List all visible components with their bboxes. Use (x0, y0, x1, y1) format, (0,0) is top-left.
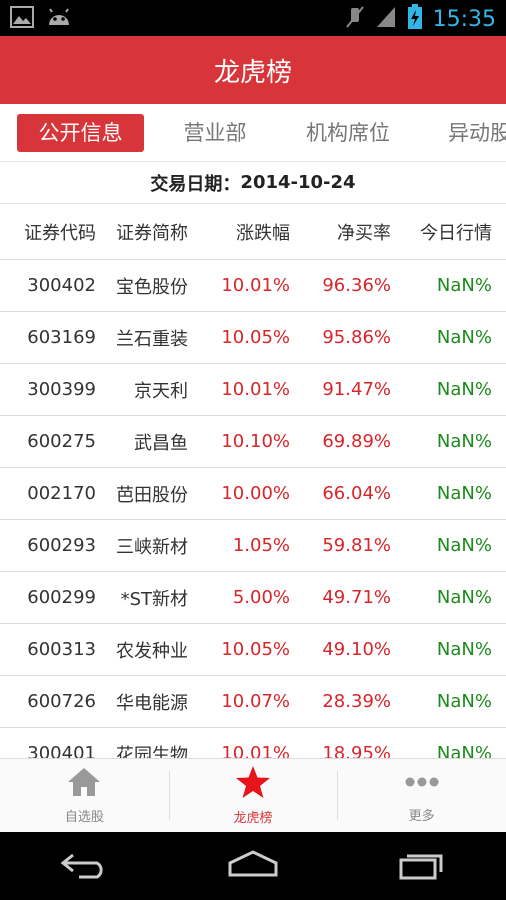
stock-name: *ST新材 (120, 588, 188, 610)
stock-change: 10.05% (221, 327, 290, 348)
stock-code: 600313 (27, 639, 96, 660)
home-button-icon[interactable] (226, 849, 280, 883)
tab-bar: 公开信息 营业部 机构席位 异动股 (0, 104, 506, 162)
stock-today: NaN% (436, 535, 492, 556)
signal-icon (375, 5, 397, 33)
system-nav-bar (0, 832, 506, 900)
tab-brokerage[interactable]: 营业部 (167, 114, 263, 152)
column-header-code[interactable]: 证券代码 (0, 219, 96, 245)
stock-today: NaN% (436, 379, 492, 400)
table-row[interactable]: 300399 京天利 10.01% 91.47% NaN% (0, 364, 506, 416)
mute-icon (345, 5, 365, 33)
stock-net-buy-rate: 59.81% (322, 535, 391, 556)
bottom-nav: 自选股 龙虎榜 更多 (0, 758, 506, 832)
stock-net-buy-rate: 95.86% (322, 327, 391, 348)
stock-code: 300402 (27, 275, 96, 296)
more-icon (402, 767, 442, 801)
nav-dragon-tiger-label: 龙虎榜 (233, 811, 273, 826)
tab-abnormal[interactable]: 异动股 (436, 114, 506, 152)
stock-change: 5.00% (232, 587, 290, 608)
home-icon (66, 766, 102, 802)
stock-code: 600275 (27, 431, 96, 452)
battery-icon (407, 4, 423, 34)
stock-list[interactable]: 300402 宝色股份 10.01% 96.36% NaN% 603169 兰石… (0, 260, 506, 832)
stock-code: 600726 (27, 691, 96, 712)
stock-net-buy-rate: 49.71% (322, 587, 391, 608)
table-row[interactable]: 600313 农发种业 10.05% 49.10% NaN% (0, 624, 506, 676)
stock-today: NaN% (436, 587, 492, 608)
stock-name: 京天利 (134, 380, 188, 402)
stock-net-buy-rate: 69.89% (322, 431, 391, 452)
stock-change: 10.10% (221, 431, 290, 452)
column-header-name[interactable]: 证券简称 (96, 219, 188, 245)
title-bar: 龙虎榜 (0, 36, 506, 104)
stock-name: 芭田股份 (116, 484, 188, 506)
stock-change: 10.07% (221, 691, 290, 712)
tab-institution[interactable]: 机构席位 (292, 114, 404, 152)
table-row[interactable]: 600293 三峡新材 1.05% 59.81% NaN% (0, 520, 506, 572)
stock-net-buy-rate: 66.04% (322, 483, 391, 504)
table-row[interactable]: 600275 武昌鱼 10.10% 69.89% NaN% (0, 416, 506, 468)
stock-today: NaN% (436, 639, 492, 660)
stock-change: 10.01% (221, 275, 290, 296)
recent-apps-icon[interactable] (397, 848, 447, 884)
page-title: 龙虎榜 (213, 57, 292, 88)
table-row[interactable]: 600299 *ST新材 5.00% 49.71% NaN% (0, 572, 506, 624)
stock-today: NaN% (436, 327, 492, 348)
stock-today: NaN% (436, 483, 492, 504)
stock-change: 1.05% (232, 535, 290, 556)
column-header-today[interactable]: 今日行情 (391, 219, 492, 245)
table-header: 证券代码 证券简称 涨跌幅 净买率 今日行情 (0, 204, 506, 260)
star-icon (235, 765, 271, 803)
stock-net-buy-rate: 96.36% (322, 275, 391, 296)
stock-change: 10.01% (221, 379, 290, 400)
table-row[interactable]: 603169 兰石重装 10.05% 95.86% NaN% (0, 312, 506, 364)
status-time: 15:35 (432, 6, 496, 32)
stock-code: 600293 (27, 535, 96, 556)
android-icon (46, 7, 72, 31)
stock-code: 600299 (27, 587, 96, 608)
table-row[interactable]: 600726 华电能源 10.07% 28.39% NaN% (0, 676, 506, 728)
stock-net-buy-rate: 49.10% (322, 639, 391, 660)
back-icon[interactable] (59, 849, 109, 883)
stock-today: NaN% (436, 691, 492, 712)
column-header-change[interactable]: 涨跌幅 (188, 219, 290, 245)
stock-today: NaN% (436, 431, 492, 452)
app-content: 龙虎榜 公开信息 营业部 机构席位 异动股 交易日期： 2014-10-24 证… (0, 36, 506, 832)
stock-code: 300399 (27, 379, 96, 400)
stock-today: NaN% (436, 275, 492, 296)
trade-date-label: 交易日期： (150, 173, 241, 195)
trade-date: 交易日期： 2014-10-24 (0, 162, 506, 204)
stock-change: 10.05% (221, 639, 290, 660)
stock-net-buy-rate: 28.39% (322, 691, 391, 712)
nav-watchlist-label: 自选股 (64, 810, 104, 825)
nav-more[interactable]: 更多 (337, 759, 506, 832)
stock-name: 兰石重装 (116, 328, 188, 350)
stock-code: 603169 (27, 327, 96, 348)
table-row[interactable]: 002170 芭田股份 10.00% 66.04% NaN% (0, 468, 506, 520)
stock-change: 10.00% (221, 483, 290, 504)
table-row[interactable]: 300402 宝色股份 10.01% 96.36% NaN% (0, 260, 506, 312)
stock-code: 002170 (27, 483, 96, 504)
gallery-icon (10, 6, 34, 32)
nav-dragon-tiger[interactable]: 龙虎榜 (168, 759, 338, 832)
stock-name: 农发种业 (116, 640, 188, 662)
column-header-net-buy-rate[interactable]: 净买率 (290, 219, 391, 245)
stock-net-buy-rate: 91.47% (322, 379, 391, 400)
nav-more-label: 更多 (408, 809, 435, 824)
trade-date-value: 2014-10-24 (240, 172, 356, 193)
stock-name: 华电能源 (116, 692, 188, 714)
tab-public-info[interactable]: 公开信息 (17, 114, 144, 152)
stock-name: 宝色股份 (116, 276, 188, 298)
stock-name: 武昌鱼 (134, 432, 188, 454)
stock-name: 三峡新材 (116, 536, 188, 558)
status-bar: 15:35 (0, 0, 506, 36)
nav-watchlist[interactable]: 自选股 (0, 759, 169, 832)
